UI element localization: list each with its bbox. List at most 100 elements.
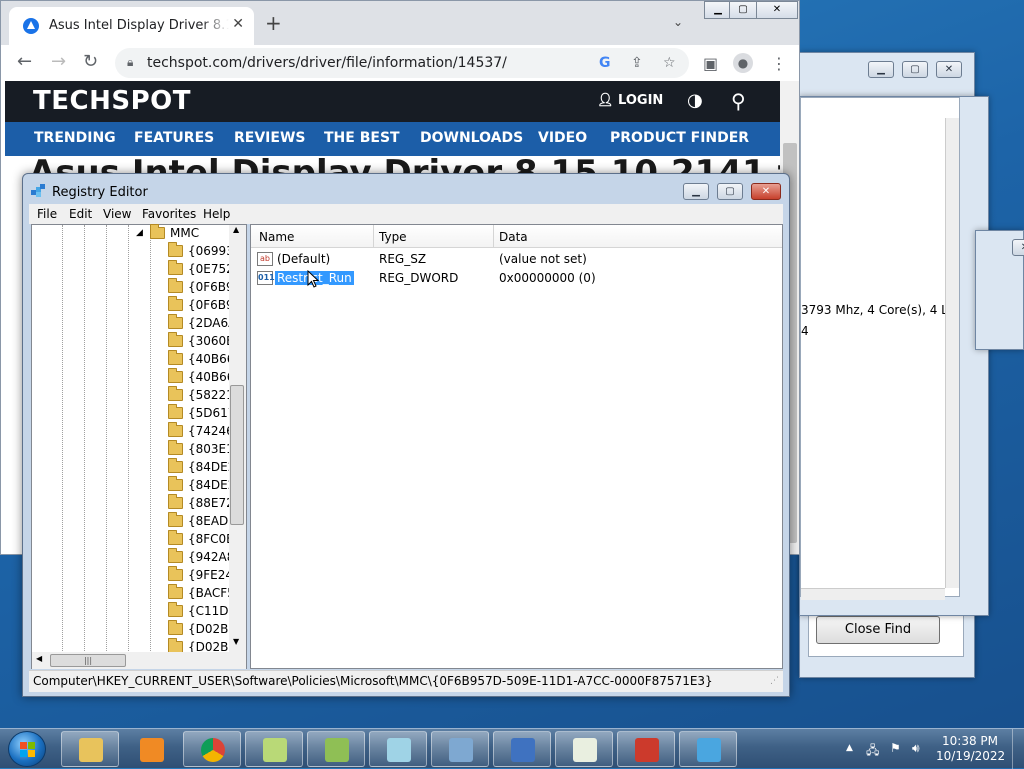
nav-downloads[interactable]: DOWNLOADS (420, 130, 523, 146)
tab-close-icon[interactable]: ✕ (232, 16, 244, 32)
column-data[interactable]: Data (499, 230, 528, 244)
flag-icon[interactable]: ⚑ (890, 741, 901, 755)
taskbar-app8[interactable] (493, 731, 551, 767)
nav-features[interactable]: FEATURES (134, 130, 214, 146)
maximize-button[interactable]: ▢ (902, 61, 928, 78)
taskbar-app10[interactable] (617, 731, 675, 767)
nav-product-finder[interactable]: PRODUCT FINDER (610, 130, 749, 146)
lock-icon[interactable]: 🔒︎ (127, 55, 133, 70)
new-tab-button[interactable]: + (265, 13, 282, 33)
scroll-left-arrow-icon[interactable]: ◀ (36, 654, 42, 663)
folder-open-icon (150, 224, 165, 239)
search-icon[interactable]: ⚲ (731, 89, 746, 113)
bg-scrollbar[interactable] (945, 118, 959, 588)
close-button[interactable]: ✕ (756, 1, 798, 19)
tree-vertical-scrollbar[interactable]: ▲ ▼ (229, 225, 246, 653)
scroll-down-arrow-icon[interactable]: ▼ (233, 637, 239, 646)
forward-arrow-icon[interactable]: → (51, 53, 66, 71)
column-type[interactable]: Type (379, 230, 407, 244)
column-name[interactable]: Name (259, 230, 294, 244)
browser-tab[interactable]: Asus Intel Display Driver 8.15.10.2141 f… (9, 7, 254, 45)
scrollbar-thumb[interactable]: ||| (50, 654, 126, 667)
volume-icon[interactable]: 🔊︎ (912, 741, 920, 756)
bg-hscrollbar[interactable] (801, 588, 945, 600)
contrast-toggle-icon[interactable]: ◑ (687, 90, 703, 111)
tree-item-label: {74246 (188, 424, 234, 438)
tab-search-chevron-icon[interactable]: ⌄ (673, 15, 683, 29)
menu-view[interactable]: View (103, 207, 131, 221)
close-button-right[interactable]: ✕ (1012, 239, 1024, 256)
value-row-restrict-run[interactable]: 011 Restrict_Run REG_DWORD 0x00000000 (0… (251, 269, 782, 288)
start-button[interactable] (8, 731, 46, 767)
techspot-nav: TRENDING FEATURES REVIEWS THE BEST DOWNL… (5, 122, 780, 156)
google-icon[interactable]: G (599, 55, 611, 71)
close-button[interactable]: ✕ (751, 183, 781, 200)
folder-icon (168, 278, 183, 293)
user-icon: 👤︎ (597, 93, 619, 108)
nav-the-best[interactable]: THE BEST (324, 130, 400, 146)
window-title: Registry Editor (31, 182, 148, 200)
tree-guide-line (62, 225, 63, 653)
profile-avatar-icon[interactable]: ● (733, 53, 753, 73)
taskbar-chrome[interactable] (183, 731, 241, 767)
taskbar-notepad[interactable] (245, 731, 303, 767)
minimize-button[interactable]: ▁ (868, 61, 894, 78)
clock-time: 10:38 PM (942, 734, 998, 748)
scroll-up-arrow-icon[interactable]: ▲ (233, 225, 239, 234)
menu-edit[interactable]: Edit (69, 207, 92, 221)
maximize-button[interactable]: ▢ (729, 1, 757, 19)
taskbar-media[interactable] (122, 731, 180, 767)
reload-icon[interactable]: ↻ (83, 53, 98, 71)
taskbar-app5[interactable] (307, 731, 365, 767)
tree-horizontal-scrollbar[interactable]: ◀ ||| (32, 652, 246, 669)
bookmark-star-icon[interactable]: ☆ (663, 55, 676, 71)
show-desktop-button[interactable] (1012, 729, 1024, 769)
resize-grip-icon[interactable]: ⋰ (770, 676, 779, 686)
taskbar-app7[interactable] (431, 731, 489, 767)
back-arrow-icon[interactable]: ← (17, 53, 32, 71)
windows-logo-icon (28, 742, 35, 749)
folder-icon (168, 368, 183, 383)
registry-editor-window: Registry Editor ▁ ▢ ✕ File Edit View Fav… (22, 173, 790, 697)
value-data: 0x00000000 (0) (499, 271, 596, 285)
share-icon[interactable]: ⇪ (631, 55, 643, 71)
collapse-arrow-icon[interactable]: ◢ (136, 228, 143, 238)
system-clock[interactable]: 10:38 PM 10/19/2022 (936, 734, 1005, 764)
url-text[interactable]: techspot.com/drivers/driver/file/informa… (147, 55, 507, 71)
tree-guide-line (150, 225, 151, 653)
show-hidden-icons-chevron-icon[interactable]: ▲ (846, 743, 853, 753)
more-menu-icon[interactable]: ⋮ (771, 54, 787, 73)
network-icon[interactable]: 🖧︎ (866, 741, 879, 762)
minimize-button[interactable]: ▁ (683, 183, 709, 200)
close-button[interactable]: ✕ (936, 61, 962, 78)
minimize-button[interactable]: ▁ (704, 1, 732, 19)
side-panel-icon[interactable]: ▣ (703, 54, 718, 73)
taskbar: ▲ 🖧︎ ⚑ 🔊︎ 10:38 PM 10/19/2022 (0, 728, 1024, 769)
menu-favorites[interactable]: Favorites (142, 207, 196, 221)
document-icon (387, 738, 411, 762)
cpu-info-text: 3793 Mhz, 4 Core(s), 4 Lo (801, 303, 955, 317)
taskbar-explorer[interactable] (61, 731, 119, 767)
nav-trending[interactable]: TRENDING (34, 130, 116, 146)
techspot-logo[interactable]: TECHSPOT (33, 86, 191, 116)
menu-help[interactable]: Help (203, 207, 230, 221)
column-divider[interactable] (493, 225, 494, 247)
taskbar-app6[interactable] (369, 731, 427, 767)
folder-icon (168, 602, 183, 617)
address-bar[interactable]: 🔒︎ techspot.com/drivers/driver/file/info… (115, 48, 689, 78)
maximize-button[interactable]: ▢ (717, 183, 743, 200)
login-link[interactable]: 👤︎ LOGIN (597, 93, 663, 108)
registry-tree[interactable]: ◢ MMC {06993B {0E7524 {0F6B95 {0F6B95 {2DA6A… (31, 224, 247, 669)
tab-strip: Asus Intel Display Driver 8.15.10.2141 f… (1, 1, 799, 45)
nav-reviews[interactable]: REVIEWS (234, 130, 305, 146)
taskbar-regedit[interactable] (679, 731, 737, 767)
scrollbar-thumb[interactable] (230, 385, 244, 525)
values-list[interactable]: Name Type Data ab (Default) REG_SZ (valu… (250, 224, 783, 669)
menu-file[interactable]: File (37, 207, 57, 221)
value-row-default[interactable]: ab (Default) REG_SZ (value not set) (251, 250, 782, 269)
taskbar-app9[interactable] (555, 731, 613, 767)
close-find-button[interactable]: Close Find (816, 616, 940, 644)
column-divider[interactable] (373, 225, 374, 247)
nav-video[interactable]: VIDEO (538, 130, 587, 146)
registry-path: Computer\HKEY_CURRENT_USER\Software\Poli… (33, 674, 713, 688)
